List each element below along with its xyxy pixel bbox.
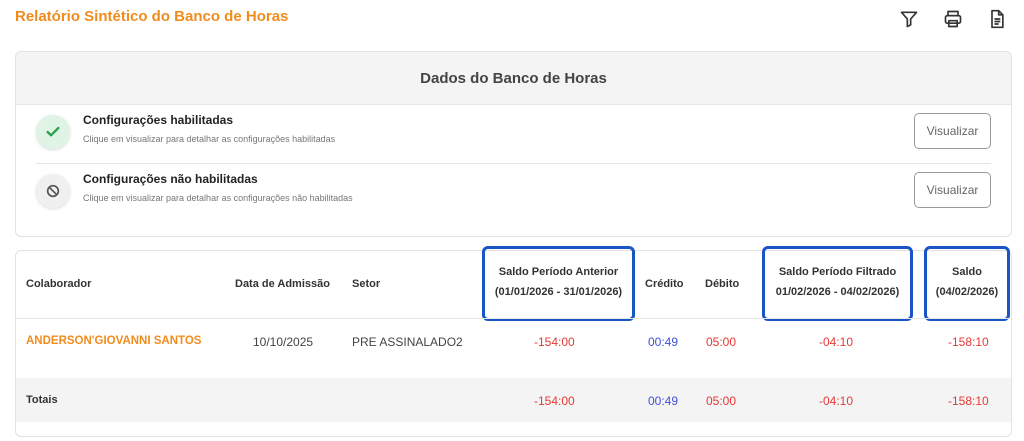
employee-name-link[interactable]: ANDERSON'GIOVANNI SANTOS	[26, 335, 201, 347]
totals-debito: 05:00	[706, 394, 737, 408]
totals-credito: 00:49	[648, 394, 679, 408]
enabled-config-desc: Clique em visualizar para detalhar as co…	[83, 134, 336, 144]
cell-saldo-anterior: -154:00	[534, 335, 575, 349]
filter-icon	[900, 11, 918, 28]
header-credito: Crédito	[645, 278, 684, 290]
header-saldo: Saldo (04/02/2026)	[924, 262, 1010, 302]
cell-saldo: -158:10	[948, 335, 989, 349]
header-saldo-anterior-label: Saldo Período Anterior	[498, 266, 619, 278]
row-divider	[16, 318, 1011, 319]
disabled-config-desc: Clique em visualizar para detalhar as co…	[83, 193, 353, 203]
disabled-config-title: Configurações não habilitadas	[83, 172, 258, 186]
header-saldo-anterior-period: (01/01/2026 - 31/01/2026)	[494, 286, 623, 298]
totals-saldo: -158:10	[948, 394, 989, 408]
toolbar	[896, 6, 1010, 32]
totals-label: Totais	[26, 394, 58, 406]
panel-title: Dados do Banco de Horas	[16, 52, 1011, 105]
header-debito: Débito	[705, 278, 740, 290]
header-admissao: Data de Admissão	[235, 278, 330, 290]
header-saldo-label: Saldo	[952, 266, 982, 278]
cell-saldo-filtrado: -04:10	[819, 335, 854, 349]
disabled-config-row: Configurações não habilitadas Clique em …	[36, 163, 991, 222]
cell-debito: 05:00	[706, 335, 737, 349]
bank-hours-panel: Dados do Banco de Horas Configurações ha…	[15, 51, 1012, 237]
totals-row	[16, 378, 1011, 422]
header-setor: Setor	[352, 278, 381, 290]
totals-saldo-filtrado: -04:10	[819, 394, 854, 408]
header-saldo-date: (04/02/2026)	[935, 286, 999, 298]
header-saldo-filtrado-label: Saldo Período Filtrado	[778, 266, 897, 278]
view-disabled-button[interactable]: Visualizar	[914, 172, 991, 208]
bank-hours-table: Colaborador Data de Admissão Setor Saldo…	[15, 246, 1012, 437]
print-button[interactable]	[940, 6, 966, 32]
cell-admissao: 10/10/2025	[253, 335, 314, 349]
totals-saldo-anterior: -154:00	[534, 394, 575, 408]
print-icon	[944, 10, 962, 28]
check-icon	[36, 115, 70, 149]
document-button[interactable]	[984, 6, 1010, 32]
page-title: Relatório Sintético do Banco de Horas	[15, 8, 289, 25]
cell-credito: 00:49	[648, 335, 679, 349]
header-saldo-anterior: Saldo Período Anterior (01/01/2026 - 31/…	[482, 262, 635, 302]
cell-setor: PRE ASSINALADO2	[352, 335, 463, 349]
header-saldo-filtrado: Saldo Período Filtrado 01/02/2026 - 04/0…	[762, 262, 913, 302]
view-enabled-button[interactable]: Visualizar	[914, 113, 991, 149]
header-saldo-filtrado-period: 01/02/2026 - 04/02/2026)	[775, 286, 900, 298]
filter-button[interactable]	[896, 6, 922, 32]
block-icon	[36, 174, 70, 208]
header-colaborador: Colaborador	[26, 278, 92, 290]
enabled-config-title: Configurações habilitadas	[83, 113, 234, 127]
document-icon	[991, 9, 1004, 29]
enabled-config-row: Configurações habilitadas Clique em visu…	[36, 105, 991, 163]
